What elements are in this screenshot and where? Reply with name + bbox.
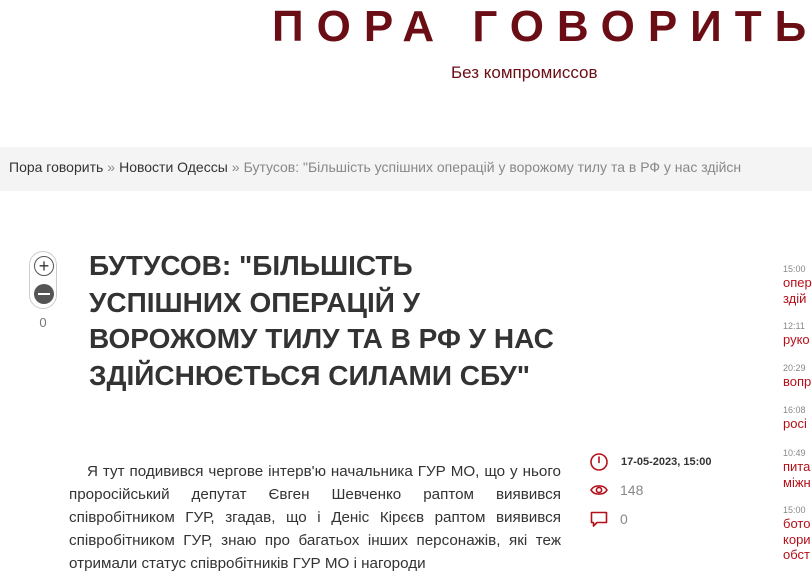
news-headline-line[interactable]: опер — [783, 275, 812, 291]
minus-icon — [38, 293, 50, 295]
article-views: 148 — [589, 480, 643, 500]
article-title: Бутусов: "Більшість успішних операцій у … — [89, 250, 554, 391]
news-time: 15:00 — [783, 505, 806, 515]
clock-icon — [590, 453, 608, 471]
news-time: 12:11 — [783, 321, 805, 331]
breadcrumb-separator: » — [231, 159, 240, 175]
news-headline-line[interactable]: кори — [783, 532, 812, 548]
sidebar-news-item[interactable]: 15:00 бото кори обст — [783, 505, 812, 563]
article-comments[interactable]: 0 — [589, 509, 628, 529]
rating-widget: + — [29, 251, 57, 309]
article-body: Я тут подивився чергове інтерв'ю начальн… — [69, 463, 561, 572]
views-count: 148 — [620, 482, 644, 498]
breadcrumb-separator: » — [107, 159, 116, 175]
eye-icon — [590, 485, 608, 495]
vote-down-button[interactable] — [34, 284, 54, 304]
news-time: 10:49 — [783, 448, 806, 458]
breadcrumb-current: Бутусов: "Більшість успішних операцій у … — [243, 159, 742, 175]
breadcrumb-home-link[interactable]: Пора говорить — [9, 159, 103, 175]
breadcrumb: Пора говорить» Новости Одессы» Бутусов: "Б… — [9, 159, 741, 175]
news-time: 15:00 — [783, 264, 806, 274]
rating-count: 0 — [39, 315, 47, 330]
news-headline-line[interactable]: міжн — [783, 475, 812, 491]
news-headline-line[interactable]: росі — [783, 416, 812, 432]
site-tagline: Без компромиссов — [451, 63, 598, 82]
sidebar-news-item[interactable]: 16:08 росі — [783, 405, 812, 432]
comments-count: 0 — [620, 511, 628, 527]
comment-icon — [590, 511, 608, 527]
breadcrumb-bar: Пора говорить» Новости Одессы» Бутусов: "Б… — [0, 147, 812, 191]
article-date: 17-05-2023, 15:00 — [589, 452, 712, 472]
site-title[interactable]: ПОРА ГОВОРИТЬ — [272, 2, 812, 52]
news-time: 16:08 — [783, 405, 806, 415]
sidebar-news-item[interactable]: 20:29 вопр — [783, 363, 812, 390]
news-headline-line[interactable]: пита — [783, 459, 812, 475]
vote-up-button[interactable]: + — [34, 256, 54, 276]
sidebar-news-item[interactable]: 10:49 пита міжн — [783, 448, 812, 490]
sidebar-news-item[interactable]: 12:11 руко — [783, 321, 812, 348]
news-headline-line[interactable]: бото — [783, 516, 812, 532]
date-text: 17-05-2023, 15:00 — [621, 456, 712, 468]
news-headline-line[interactable]: обст — [783, 547, 812, 563]
news-headline-line[interactable]: вопр — [783, 374, 812, 390]
sidebar-news-item[interactable]: 15:00 опер здій — [783, 264, 812, 306]
plus-icon: + — [38, 256, 50, 276]
news-headline-line[interactable]: здій — [783, 291, 812, 307]
sidebar-latest-news: 15:00 опер здій 12:11 руко 20:29 вопр 16… — [783, 262, 812, 580]
news-headline-line[interactable]: руко — [783, 332, 812, 348]
news-time: 20:29 — [783, 363, 806, 373]
breadcrumb-category-link[interactable]: Новости Одессы — [119, 159, 228, 175]
